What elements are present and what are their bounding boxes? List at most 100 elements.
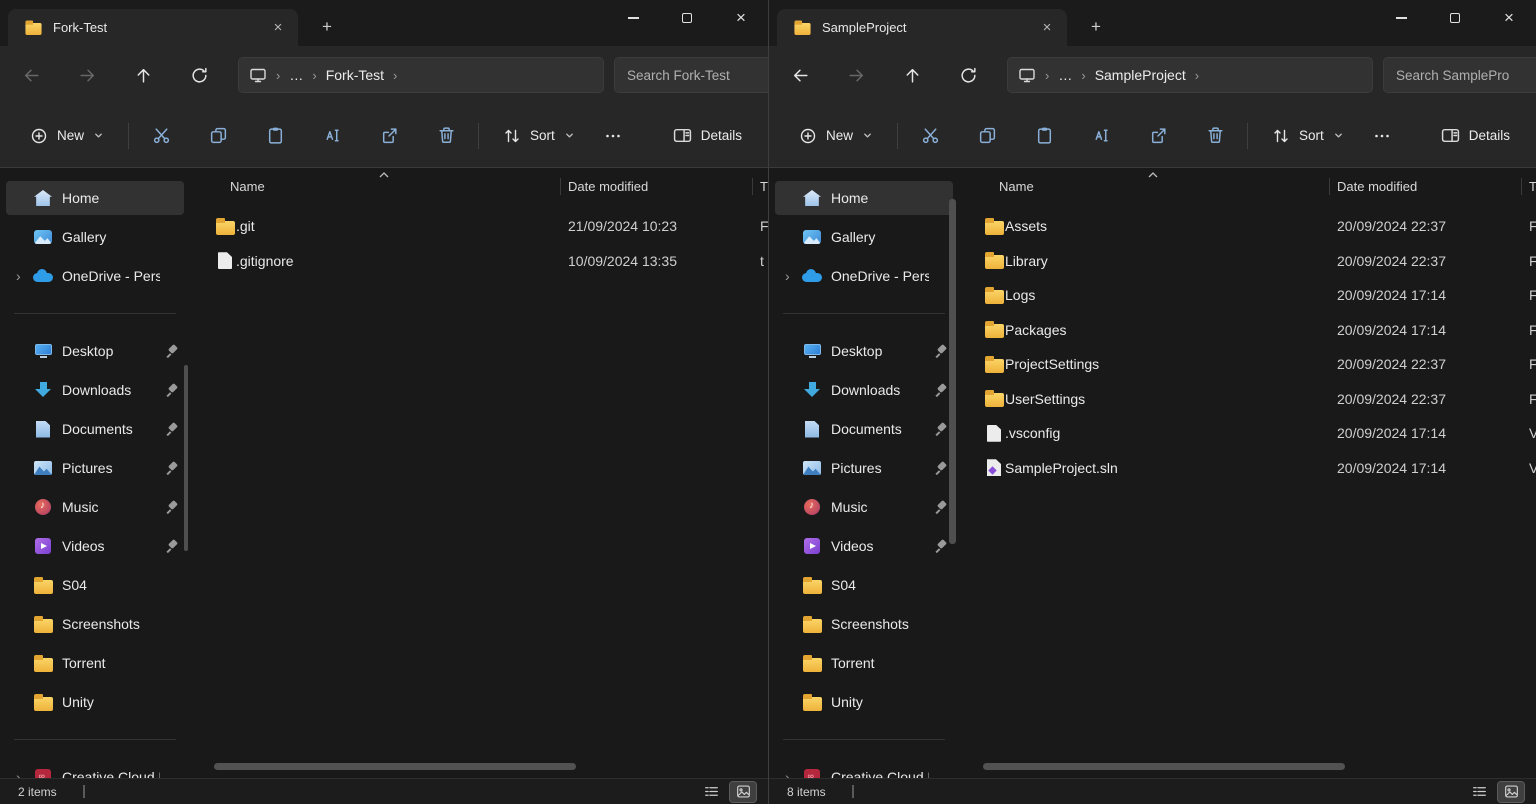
share-button[interactable]: [1138, 117, 1178, 155]
new-button[interactable]: New: [787, 117, 885, 155]
search-input[interactable]: [1383, 57, 1536, 93]
file-row[interactable]: .gitignore 10/09/2024 13:35 t: [190, 244, 768, 279]
sidebar-item[interactable]: › S04: [775, 568, 953, 602]
chevron-right-icon[interactable]: ›: [16, 769, 32, 778]
more-options-button[interactable]: [593, 117, 633, 155]
file-row[interactable]: .git 21/09/2024 10:23 F: [190, 209, 768, 244]
column-separator[interactable]: [1329, 178, 1330, 195]
horizontal-scrollbar[interactable]: [214, 763, 576, 770]
maximize-button[interactable]: [660, 0, 714, 36]
share-button[interactable]: [369, 117, 409, 155]
sidebar-item[interactable]: › OneDrive - Perso: [775, 259, 953, 293]
more-options-button[interactable]: [1362, 117, 1402, 155]
tab-close-icon[interactable]: ×: [1037, 18, 1057, 38]
paste-button[interactable]: [255, 117, 295, 155]
sidebar-item[interactable]: › Desktop: [775, 334, 953, 368]
file-row[interactable]: Packages 20/09/2024 17:14 F: [959, 313, 1536, 348]
file-row[interactable]: Library 20/09/2024 22:37 F: [959, 244, 1536, 279]
sidebar-item[interactable]: › Creative Cloud F: [6, 760, 184, 778]
sidebar-item[interactable]: › Screenshots: [775, 607, 953, 641]
rename-button[interactable]: [312, 117, 352, 155]
sidebar-item[interactable]: › Pictures: [775, 451, 953, 485]
file-row[interactable]: SampleProject.sln 20/09/2024 17:14 V: [959, 451, 1536, 486]
sidebar-item[interactable]: › Music: [6, 490, 184, 524]
sidebar-item[interactable]: › Creative Cloud F: [775, 760, 953, 778]
delete-button[interactable]: [426, 117, 466, 155]
column-header-date-modified[interactable]: Date modified: [1337, 179, 1417, 194]
search-input[interactable]: [614, 57, 768, 93]
refresh-button[interactable]: [182, 58, 216, 92]
sidebar-item[interactable]: › Gallery: [775, 220, 953, 254]
breadcrumb-current[interactable]: SampleProject: [1095, 67, 1186, 83]
horizontal-scrollbar[interactable]: [983, 763, 1345, 770]
sidebar-item[interactable]: › Pictures: [6, 451, 184, 485]
breadcrumb-collapsed[interactable]: …: [1058, 67, 1072, 83]
file-row[interactable]: Assets 20/09/2024 22:37 F: [959, 209, 1536, 244]
file-row[interactable]: .vsconfig 20/09/2024 17:14 V: [959, 416, 1536, 451]
column-separator[interactable]: [1521, 178, 1522, 195]
tab-fork-test[interactable]: Fork-Test ×: [8, 9, 298, 46]
details-view-button[interactable]: [1466, 782, 1492, 802]
file-row[interactable]: UserSettings 20/09/2024 22:37 F: [959, 382, 1536, 417]
details-view-button[interactable]: [698, 782, 724, 802]
copy-button[interactable]: [198, 117, 238, 155]
details-button[interactable]: Details: [673, 126, 742, 145]
chevron-right-icon[interactable]: ›: [785, 769, 801, 778]
sidebar-item[interactable]: › Home: [775, 181, 953, 215]
sidebar-item[interactable]: › Unity: [6, 685, 184, 719]
sort-button[interactable]: Sort: [1260, 117, 1356, 155]
forward-button[interactable]: [70, 58, 104, 92]
cut-button[interactable]: [141, 117, 181, 155]
sidebar-item[interactable]: › Gallery: [6, 220, 184, 254]
sidebar-item[interactable]: › Unity: [775, 685, 953, 719]
column-header-type[interactable]: T: [760, 179, 768, 194]
sidebar-item[interactable]: › Videos: [775, 529, 953, 563]
column-separator[interactable]: [752, 178, 753, 195]
refresh-button[interactable]: [951, 58, 985, 92]
sidebar-item[interactable]: › Downloads: [775, 373, 953, 407]
minimize-button[interactable]: [1374, 0, 1428, 36]
sidebar-item[interactable]: › Desktop: [6, 334, 184, 368]
copy-button[interactable]: [967, 117, 1007, 155]
chevron-right-icon[interactable]: ›: [785, 268, 801, 284]
file-row[interactable]: ProjectSettings 20/09/2024 22:37 F: [959, 347, 1536, 382]
sidebar-item[interactable]: › Torrent: [6, 646, 184, 680]
sidebar-item[interactable]: › Home: [6, 181, 184, 215]
maximize-button[interactable]: [1428, 0, 1482, 36]
breadcrumb-collapsed[interactable]: …: [289, 67, 303, 83]
delete-button[interactable]: [1195, 117, 1235, 155]
sidebar-item[interactable]: › Torrent: [775, 646, 953, 680]
back-button[interactable]: [783, 58, 817, 92]
sidebar-item[interactable]: › Downloads: [6, 373, 184, 407]
sidebar-scrollbar[interactable]: [949, 199, 956, 544]
sidebar-item[interactable]: › Documents: [775, 412, 953, 446]
sort-button[interactable]: Sort: [491, 117, 587, 155]
sidebar-item[interactable]: › Documents: [6, 412, 184, 446]
sidebar-item[interactable]: › S04: [6, 568, 184, 602]
column-header-name[interactable]: Name: [230, 179, 265, 194]
sidebar-item[interactable]: › Screenshots: [6, 607, 184, 641]
sidebar-item[interactable]: › Music: [775, 490, 953, 524]
large-icons-view-button[interactable]: [729, 780, 757, 803]
file-row[interactable]: Logs 20/09/2024 17:14 F: [959, 278, 1536, 313]
cut-button[interactable]: [910, 117, 950, 155]
column-header-date-modified[interactable]: Date modified: [568, 179, 648, 194]
close-button[interactable]: ×: [1482, 0, 1536, 36]
new-tab-button[interactable]: +: [314, 14, 340, 40]
forward-button[interactable]: [839, 58, 873, 92]
tab-close-icon[interactable]: ×: [268, 18, 288, 38]
chevron-right-icon[interactable]: ›: [16, 268, 32, 284]
sidebar-item[interactable]: › OneDrive - Perso: [6, 259, 184, 293]
minimize-button[interactable]: [606, 0, 660, 36]
new-button[interactable]: New: [18, 117, 116, 155]
breadcrumb-current[interactable]: Fork-Test: [326, 67, 384, 83]
up-button[interactable]: [895, 58, 929, 92]
paste-button[interactable]: [1024, 117, 1064, 155]
rename-button[interactable]: [1081, 117, 1121, 155]
column-header-name[interactable]: Name: [999, 179, 1034, 194]
tab-sampleproject[interactable]: SampleProject ×: [777, 9, 1067, 46]
large-icons-view-button[interactable]: [1497, 780, 1525, 803]
sidebar-scrollbar[interactable]: [184, 365, 188, 551]
column-separator[interactable]: [560, 178, 561, 195]
column-header-type[interactable]: T: [1529, 179, 1536, 194]
